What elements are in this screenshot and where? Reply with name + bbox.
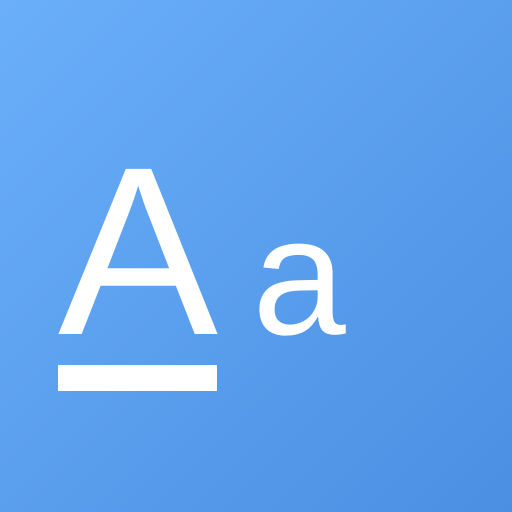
lowercase-letter: a: [252, 182, 346, 370]
uppercase-letter: A: [58, 117, 218, 385]
app-icon[interactable]: A a: [0, 0, 512, 512]
font-size-icon: A a: [0, 0, 512, 512]
underline-bar: [58, 365, 217, 391]
